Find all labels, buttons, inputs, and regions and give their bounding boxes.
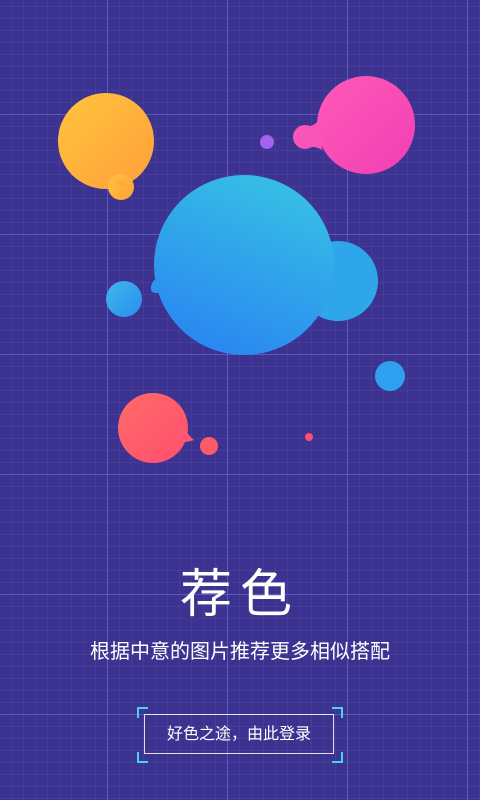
purple-dot [260,135,274,149]
login-button[interactable]: 好色之途，由此登录 [144,714,334,754]
red-bubble [118,393,218,463]
orange-bubble [58,93,154,200]
splash-screen: 荐色 根据中意的图片推荐更多相似搭配 好色之途，由此登录 [0,0,480,800]
app-subtitle: 根据中意的图片推荐更多相似搭配 [90,639,390,663]
pink-bubble [293,76,415,174]
app-title: 荐色 [179,565,300,625]
large-blue-bubble [150,175,378,355]
tiny-red-dot [305,433,313,441]
login-entry: 好色之途，由此登录 [137,707,343,763]
small-blue-bubble-left [106,281,142,317]
small-blue-bubble-right [375,361,405,391]
bubble-illustration [58,76,415,463]
